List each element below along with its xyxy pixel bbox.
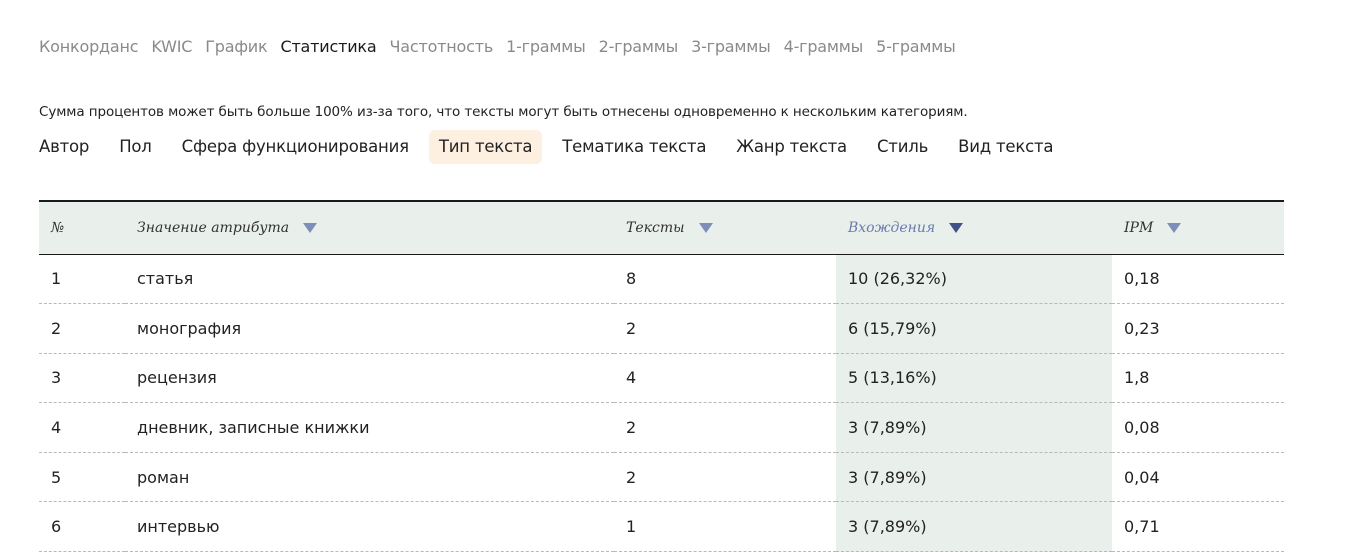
table-row: 3 рецензия 4 5 (13,16%) 1,8 (39, 353, 1284, 403)
cell-texts: 2 (626, 318, 637, 338)
cell-texts: 8 (626, 269, 637, 289)
statistics-table: № Значение атрибута Тексты Вхождения IPM… (39, 200, 1284, 552)
cell-occurrences: 5 (13,16%) (836, 353, 1112, 403)
nav-tab-statistics[interactable]: Статистика (280, 36, 376, 58)
cell-occurrences: 10 (26,32%) (836, 254, 1112, 304)
cell-value: монография (137, 318, 242, 338)
attribute-tabs: Автор Пол Сфера функционирования Тип тек… (39, 130, 1063, 164)
cell-ipm: 0,23 (1124, 318, 1160, 338)
cell-texts: 1 (626, 517, 637, 537)
table-header-row: № Значение атрибута Тексты Вхождения IPM (39, 201, 1284, 254)
table-row: 5 роман 2 3 (7,89%) 0,04 (39, 452, 1284, 502)
cell-num: 3 (51, 368, 62, 388)
attr-tab-author[interactable]: Автор (39, 130, 99, 164)
cell-value: роман (137, 467, 190, 487)
cell-occurrences: 3 (7,89%) (836, 402, 1112, 453)
cell-num: 2 (51, 318, 62, 338)
cell-ipm: 0,18 (1124, 269, 1160, 289)
cell-texts: 4 (626, 368, 637, 388)
sort-arrow-icon[interactable] (698, 222, 713, 233)
nav-tab-3-grams[interactable]: 3-граммы (691, 36, 771, 58)
nav-tab-1-grams[interactable]: 1-граммы (506, 36, 586, 58)
cell-ipm: 0,71 (1124, 517, 1160, 537)
header-attribute-value[interactable]: Значение атрибута (125, 201, 614, 254)
table-row: 2 монография 2 6 (15,79%) 0,23 (39, 303, 1284, 354)
nav-tab-5-grams[interactable]: 5-граммы (876, 36, 956, 58)
cell-ipm: 0,04 (1124, 467, 1160, 487)
percent-note: Сумма процентов может быть больше 100% и… (39, 104, 968, 120)
nav-tab-kwic[interactable]: KWIC (151, 36, 192, 58)
attr-tab-style[interactable]: Стиль (867, 130, 938, 164)
cell-num: 5 (51, 467, 62, 487)
header-texts[interactable]: Тексты (614, 201, 836, 254)
attr-tab-text-type[interactable]: Тип текста (428, 130, 543, 164)
header-num: № (51, 219, 65, 236)
cell-ipm: 0,08 (1124, 418, 1160, 438)
attr-tab-genre[interactable]: Жанр текста (726, 130, 857, 164)
table-row: 4 дневник, записные книжки 2 3 (7,89%) 0… (39, 402, 1284, 453)
cell-num: 4 (51, 418, 62, 438)
attr-tab-kind[interactable]: Вид текста (948, 130, 1063, 164)
cell-value: дневник, записные книжки (137, 418, 370, 438)
cell-ipm: 1,8 (1124, 368, 1150, 388)
cell-value: рецензия (137, 368, 217, 388)
cell-value: статья (137, 269, 194, 289)
cell-occurrences: 3 (7,89%) (836, 452, 1112, 502)
attr-tab-sphere[interactable]: Сфера функционирования (172, 130, 419, 164)
nav-tab-chart[interactable]: График (205, 36, 267, 58)
nav-tab-4-grams[interactable]: 4-граммы (784, 36, 864, 58)
view-nav: Конкорданс KWIC График Статистика Частот… (39, 36, 956, 58)
sort-arrow-icon[interactable] (303, 222, 318, 233)
cell-texts: 2 (626, 418, 637, 438)
sort-arrow-icon[interactable] (1167, 222, 1182, 233)
cell-texts: 2 (626, 467, 637, 487)
header-ipm[interactable]: IPM (1112, 201, 1284, 254)
nav-tab-frequency[interactable]: Частотность (389, 36, 493, 58)
table-row: 6 интервью 1 3 (7,89%) 0,71 (39, 501, 1284, 552)
cell-num: 1 (51, 269, 62, 289)
cell-num: 6 (51, 517, 62, 537)
attr-tab-topic[interactable]: Тематика текста (552, 130, 716, 164)
sort-arrow-icon[interactable] (949, 222, 964, 233)
cell-value: интервью (137, 517, 220, 537)
table-row: 1 статья 8 10 (26,32%) 0,18 (39, 254, 1284, 304)
attr-tab-gender[interactable]: Пол (109, 130, 161, 164)
cell-occurrences: 3 (7,89%) (836, 501, 1112, 552)
header-occurrences[interactable]: Вхождения (836, 201, 1112, 254)
nav-tab-2-grams[interactable]: 2-граммы (599, 36, 679, 58)
cell-occurrences: 6 (15,79%) (836, 303, 1112, 354)
nav-tab-concordance[interactable]: Конкорданс (39, 36, 139, 58)
